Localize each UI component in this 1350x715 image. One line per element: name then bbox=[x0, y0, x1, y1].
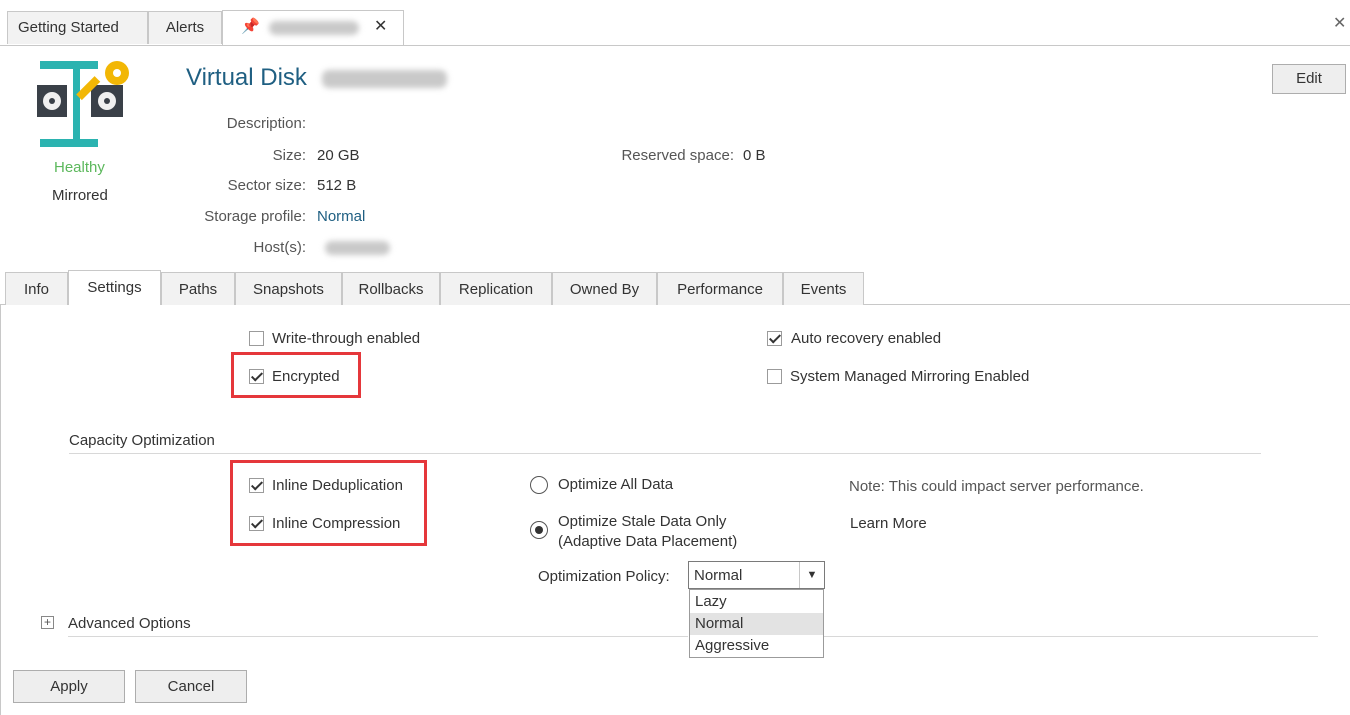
learn-more-link[interactable]: Learn More bbox=[850, 515, 927, 532]
edit-button[interactable]: Edit bbox=[1272, 64, 1346, 94]
dedup-checkbox[interactable] bbox=[249, 478, 264, 493]
page-title-text: Virtual Disk bbox=[186, 64, 307, 91]
advanced-divider-left bbox=[68, 636, 688, 637]
cancel-button[interactable]: Cancel bbox=[135, 670, 247, 703]
optimize-all-label: Optimize All Data bbox=[558, 476, 674, 493]
redacted-tab-title bbox=[269, 21, 359, 35]
policy-selected-value: Normal bbox=[694, 567, 743, 584]
policy-option-normal[interactable]: Normal bbox=[690, 613, 823, 635]
sector-size-value: 512 B bbox=[317, 177, 357, 194]
hosts-label: Host(s): bbox=[253, 239, 307, 256]
storage-profile-label: Storage profile: bbox=[204, 208, 306, 225]
dedup-label: Inline Deduplication bbox=[272, 477, 403, 494]
page-title: Virtual Disk bbox=[186, 64, 447, 92]
storage-profile-link[interactable]: Normal bbox=[317, 208, 365, 225]
compression-checkbox[interactable] bbox=[249, 516, 264, 531]
write-through-checkbox[interactable] bbox=[249, 331, 264, 346]
tab-info[interactable]: Info bbox=[5, 272, 68, 305]
tab-snapshots[interactable]: Snapshots bbox=[235, 272, 342, 305]
tab-replication[interactable]: Replication bbox=[440, 272, 552, 305]
tab-getting-started[interactable]: Getting Started bbox=[7, 11, 148, 44]
redacted-host-name bbox=[325, 241, 390, 255]
redacted-disk-name bbox=[321, 69, 447, 88]
capacity-heading: Capacity Optimization bbox=[69, 432, 215, 449]
optimize-stale-label: Optimize Stale Data Only bbox=[558, 513, 727, 530]
performance-note: Note: This could impact server performan… bbox=[849, 478, 1144, 495]
policy-select[interactable]: Normal ▼ bbox=[688, 561, 825, 589]
tab-performance[interactable]: Performance bbox=[657, 272, 783, 305]
tab-virtual-disk[interactable]: 📌 ✕ bbox=[222, 10, 404, 45]
policy-option-lazy[interactable]: Lazy bbox=[690, 591, 823, 613]
tab-paths[interactable]: Paths bbox=[161, 272, 235, 305]
write-through-label: Write-through enabled bbox=[272, 330, 421, 347]
compression-label: Inline Compression bbox=[272, 515, 401, 532]
optimize-stale-radio[interactable] bbox=[530, 521, 548, 539]
system-mirroring-label: System Managed Mirroring Enabled bbox=[790, 368, 1030, 385]
auto-recovery-label: Auto recovery enabled bbox=[791, 330, 942, 347]
chevron-down-icon[interactable]: ▼ bbox=[799, 562, 824, 588]
panel-border bbox=[0, 305, 1, 715]
tab-alerts[interactable]: Alerts bbox=[148, 11, 222, 44]
tab-settings[interactable]: Settings bbox=[68, 270, 161, 305]
optimize-stale-sublabel: (Adaptive Data Placement) bbox=[558, 533, 738, 550]
policy-option-aggressive[interactable]: Aggressive bbox=[690, 635, 823, 657]
pin-icon[interactable]: 📌 bbox=[241, 11, 260, 43]
advanced-options-label[interactable]: Advanced Options bbox=[68, 615, 191, 632]
tab-rollbacks[interactable]: Rollbacks bbox=[342, 272, 440, 305]
document-tab-bar: Getting Started Alerts 📌 ✕ ✕ bbox=[0, 5, 1350, 46]
capacity-divider bbox=[69, 453, 1261, 454]
auto-recovery-checkbox[interactable] bbox=[767, 331, 782, 346]
tab-events[interactable]: Events bbox=[783, 272, 864, 305]
size-label: Size: bbox=[272, 147, 306, 164]
apply-button[interactable]: Apply bbox=[13, 670, 125, 703]
reserved-space-label: Reserved space: bbox=[621, 147, 734, 164]
expand-icon[interactable]: + bbox=[41, 616, 54, 629]
policy-dropdown: Lazy Normal Aggressive bbox=[689, 589, 824, 658]
close-tab-icon[interactable]: ✕ bbox=[374, 11, 387, 43]
description-label: Description: bbox=[226, 115, 306, 132]
encrypted-checkbox[interactable] bbox=[249, 369, 264, 384]
advanced-divider-right bbox=[824, 636, 1318, 637]
sector-size-label: Sector size: bbox=[227, 177, 306, 194]
policy-label: Optimization Policy: bbox=[538, 568, 670, 585]
size-value: 20 GB bbox=[317, 147, 360, 164]
close-window-icon[interactable]: ✕ bbox=[1333, 13, 1346, 33]
virtual-disk-icon bbox=[36, 56, 136, 156]
reserved-space-value: 0 B bbox=[743, 147, 766, 164]
system-mirroring-checkbox[interactable] bbox=[767, 369, 782, 384]
optimize-all-radio[interactable] bbox=[530, 476, 548, 494]
tab-owned-by[interactable]: Owned By bbox=[552, 272, 657, 305]
compression-highlight bbox=[230, 460, 427, 546]
encrypted-label: Encrypted bbox=[272, 368, 340, 385]
